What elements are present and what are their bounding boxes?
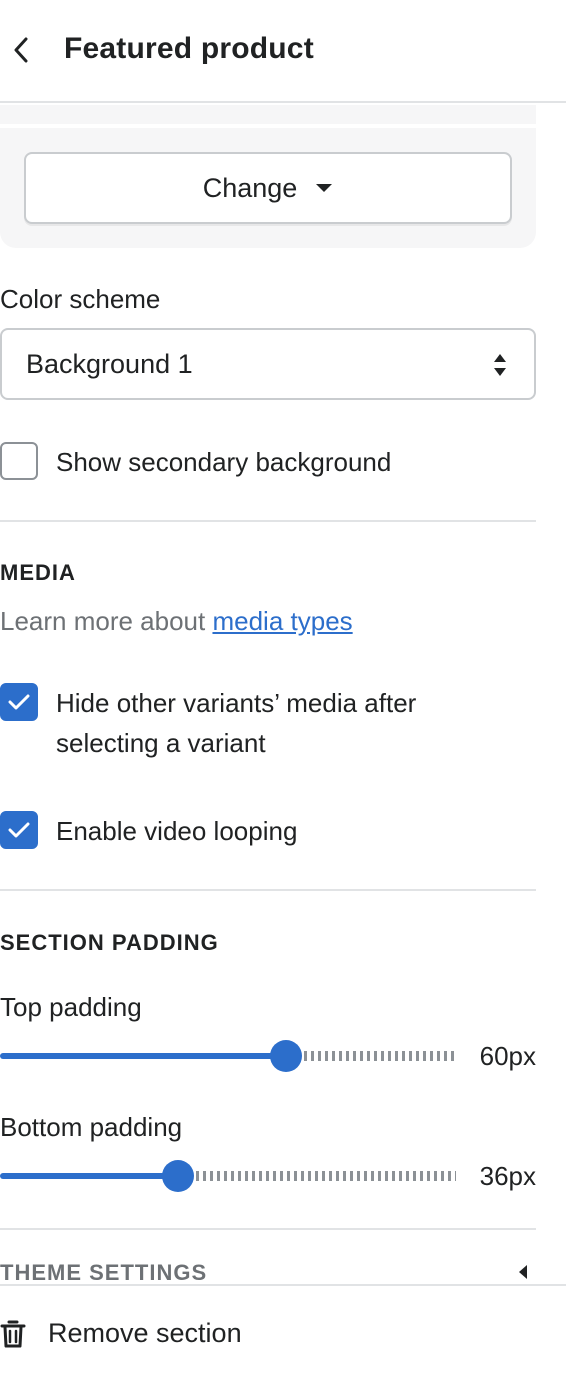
top-padding-slider[interactable] <box>0 1039 456 1073</box>
card-top-strip <box>0 105 536 124</box>
change-product-button[interactable]: Change <box>24 152 512 224</box>
video-looping-row[interactable]: Enable video looping <box>0 811 297 851</box>
hide-variants-line1: Hide other variants’ media after <box>56 688 417 718</box>
slider-track-fill <box>0 1053 286 1059</box>
slider-track-fill <box>0 1173 178 1179</box>
theme-settings-label: THEME SETTINGS <box>0 1260 208 1284</box>
slider-track-rest <box>304 1051 456 1061</box>
theme-settings-toggle[interactable]: THEME SETTINGS <box>0 1260 536 1284</box>
media-types-link[interactable]: media types <box>212 606 352 636</box>
secondary-background-checkbox[interactable] <box>0 442 38 480</box>
secondary-background-row[interactable]: Show secondary background <box>0 442 391 482</box>
footer-divider <box>0 1284 566 1286</box>
hide-variants-line2: selecting a variant <box>56 728 266 758</box>
page-title: Featured product <box>64 32 314 65</box>
color-scheme-value: Background 1 <box>26 348 193 379</box>
top-padding-value: 60px <box>479 1041 536 1071</box>
select-arrows-icon <box>494 354 506 376</box>
checkmark-icon <box>8 822 30 838</box>
trash-icon <box>0 1320 26 1347</box>
remove-section-label: Remove section <box>48 1318 242 1348</box>
chevron-left-icon <box>14 37 28 63</box>
hide-variants-media-checkbox[interactable] <box>0 683 38 721</box>
header: Featured product <box>0 0 566 103</box>
bottom-padding-slider[interactable] <box>0 1159 456 1193</box>
bottom-padding-value: 36px <box>479 1161 536 1191</box>
remove-section-button[interactable]: Remove section <box>0 1318 242 1349</box>
hide-variants-media-label: Hide other variants’ media after selecti… <box>56 683 416 763</box>
caret-down-icon <box>316 184 333 192</box>
divider <box>0 520 536 522</box>
change-button-label: Change <box>202 172 298 203</box>
slider-thumb[interactable] <box>162 1160 194 1192</box>
top-padding-label: Top padding <box>0 992 142 1022</box>
product-picker-card: Change <box>0 128 536 248</box>
color-scheme-select[interactable]: Background 1 <box>0 328 536 400</box>
hide-variants-media-row[interactable]: Hide other variants’ media after selecti… <box>0 683 416 763</box>
back-button[interactable] <box>6 32 36 68</box>
color-scheme-label: Color scheme <box>0 284 161 314</box>
divider <box>0 1228 536 1230</box>
slider-thumb[interactable] <box>270 1040 302 1072</box>
media-heading: MEDIA <box>0 560 76 585</box>
slider-track-rest <box>196 1171 456 1181</box>
divider <box>0 889 536 891</box>
video-looping-checkbox[interactable] <box>0 811 38 849</box>
section-padding-heading: SECTION PADDING <box>0 930 219 955</box>
secondary-background-label: Show secondary background <box>56 447 392 477</box>
helper-prefix: Learn more about <box>0 606 213 636</box>
caret-left-icon <box>519 1265 527 1279</box>
bottom-padding-label: Bottom padding <box>0 1112 183 1142</box>
checkmark-icon <box>8 694 30 710</box>
video-looping-label: Enable video looping <box>56 816 298 846</box>
media-helper-text: Learn more about media types <box>0 606 353 637</box>
